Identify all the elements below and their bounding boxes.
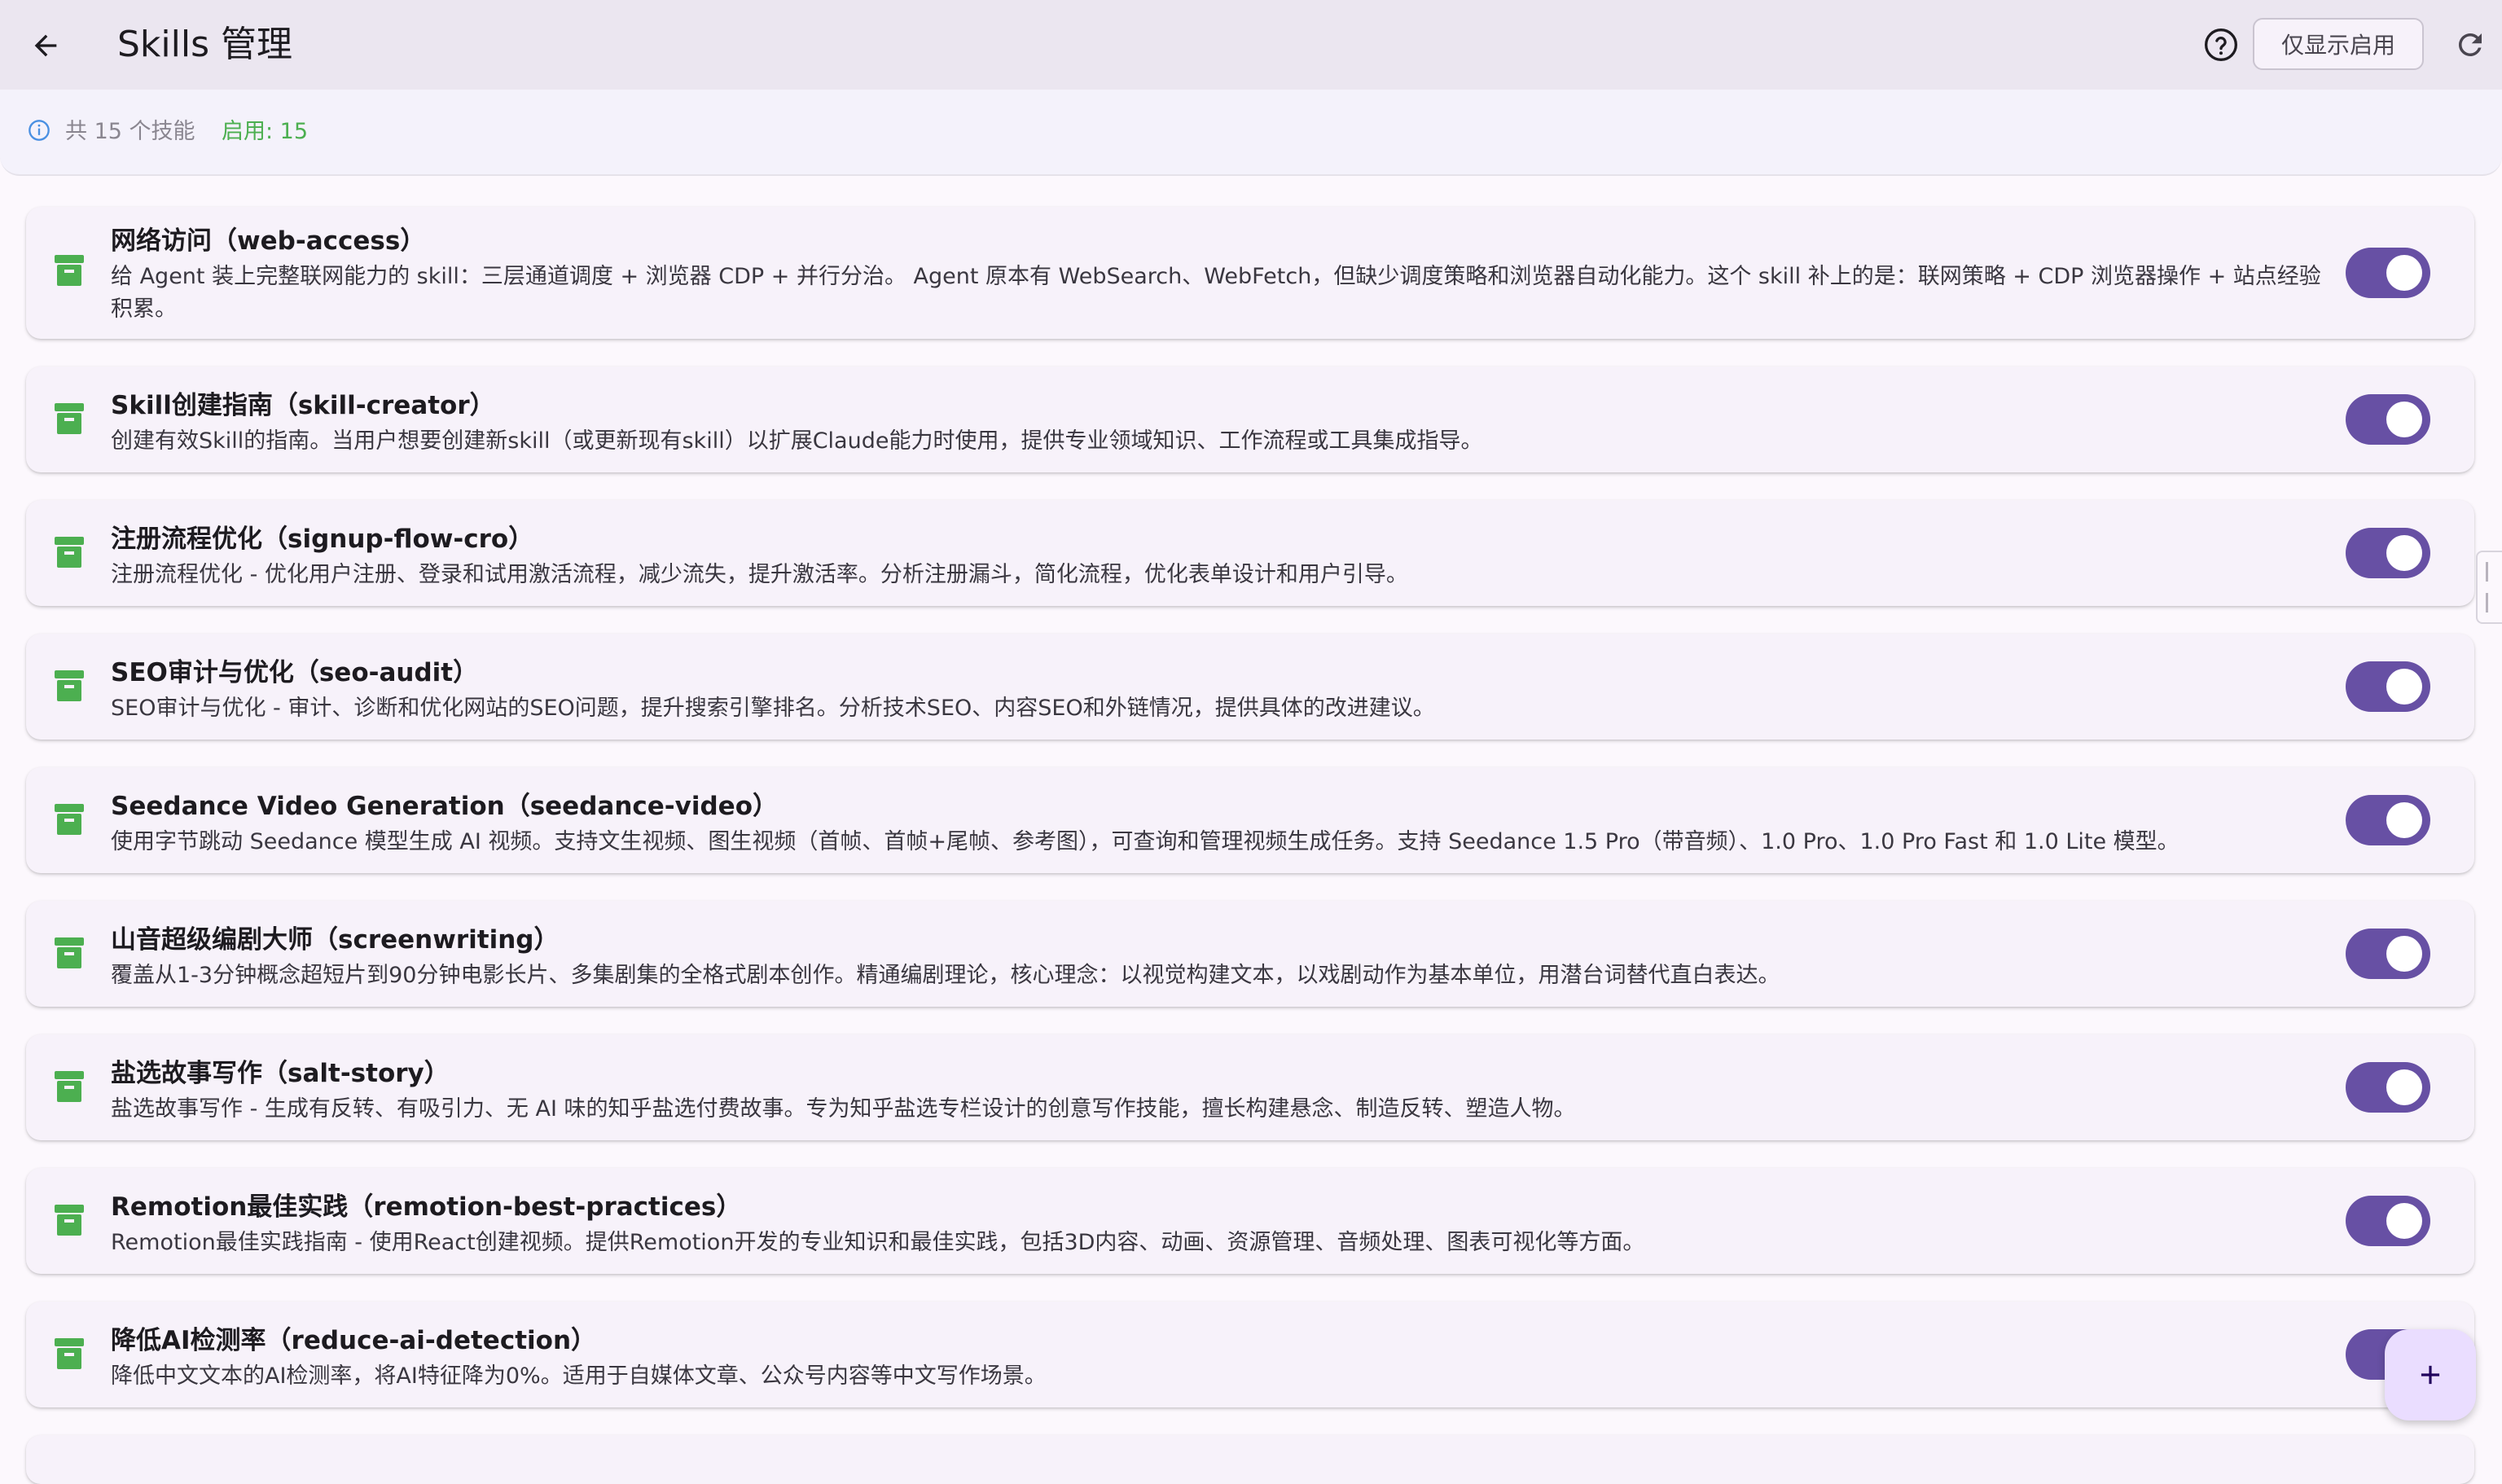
- refresh-button[interactable]: [2448, 23, 2492, 67]
- toggle-knob: [2386, 535, 2422, 571]
- skill-card[interactable]: Seedance Video Generation（seedance-video…: [26, 767, 2474, 873]
- summary-bar: [0, 90, 2502, 176]
- skill-card[interactable]: SEO审计与优化（seo-audit） SEO审计与优化 - 审计、诊断和优化网…: [26, 634, 2474, 740]
- skill-title: 网络访问（web-access）: [111, 226, 426, 256]
- skill-card[interactable]: Remotion最佳实践（remotion-best-practices） Re…: [26, 1168, 2474, 1274]
- toggle-knob: [2386, 1203, 2422, 1239]
- skill-card[interactable]: 网络访问（web-access） 给 Agent 装上完整联网能力的 skill…: [26, 207, 2474, 339]
- skill-enabled-toggle[interactable]: [2346, 795, 2430, 845]
- back-button[interactable]: [23, 23, 68, 68]
- skill-description: 降低中文文本的AI检测率，将AI特征降为0%。适用于自媒体文章、公众号内容等中文…: [111, 1363, 1047, 1389]
- skill-enabled-toggle[interactable]: [2346, 1062, 2430, 1113]
- skill-description: 注册流程优化 - 优化用户注册、登录和试用激活流程，减少流失，提升激活率。分析注…: [111, 562, 1408, 587]
- archive-box-icon: [55, 804, 84, 835]
- skill-card[interactable]: 注册流程优化（signup-flow-cro） 注册流程优化 - 优化用户注册、…: [26, 500, 2474, 606]
- toggle-knob: [2386, 402, 2422, 437]
- archive-box-icon: [55, 937, 84, 968]
- skill-enabled-toggle[interactable]: [2346, 1196, 2430, 1246]
- archive-box-icon: [55, 403, 84, 434]
- show-enabled-only-button[interactable]: 仅显示启用: [2253, 18, 2424, 70]
- skill-description: 给 Agent 装上完整联网能力的 skill：三层通道调度 + 浏览器 CDP…: [111, 264, 2321, 322]
- skill-description: 使用字节跳动 Seedance 模型生成 AI 视频。支持文生视频、图生视频（首…: [111, 829, 2179, 854]
- info-icon: [29, 120, 50, 141]
- archive-box-icon: [55, 255, 84, 286]
- skill-enabled-toggle[interactable]: [2346, 528, 2430, 578]
- plus-icon: [2421, 1365, 2440, 1385]
- skill-card[interactable]: 盐选故事写作（salt-story） 盐选故事写作 - 生成有反转、有吸引力、无…: [26, 1034, 2474, 1140]
- archive-box-icon: [55, 1071, 84, 1102]
- skill-count-text: 共 15 个技能: [65, 119, 195, 144]
- skill-description: 盐选故事写作 - 生成有反转、有吸引力、无 AI 味的知乎盐选付费故事。专为知乎…: [111, 1096, 1576, 1122]
- toggle-knob: [2386, 1069, 2422, 1105]
- toggle-knob: [2386, 255, 2422, 291]
- toggle-knob: [2386, 936, 2422, 972]
- add-skill-button[interactable]: [2385, 1329, 2476, 1420]
- skill-description: SEO审计与优化 - 审计、诊断和优化网站的SEO问题，提升搜索引擎排名。分析技…: [111, 696, 1435, 721]
- app-bar: Skills 管理 仅显示启用: [0, 0, 2502, 90]
- skill-title: SEO审计与优化（seo-audit）: [111, 658, 479, 687]
- skill-title: 注册流程优化（signup-flow-cro）: [111, 525, 534, 554]
- archive-box-icon: [55, 537, 84, 568]
- archive-box-icon: [55, 1338, 84, 1369]
- skill-title: Remotion最佳实践（remotion-best-practices）: [111, 1192, 742, 1222]
- archive-box-icon: [55, 670, 84, 701]
- skill-title: 山音超级编剧大师（screenwriting）: [111, 925, 560, 955]
- skill-title: Skill创建指南（skill-creator）: [111, 391, 495, 420]
- skill-enabled-toggle[interactable]: [2346, 394, 2430, 445]
- skill-description: 创建有效Skill的指南。当用户想要创建新skill（或更新现有skill）以扩…: [111, 428, 1483, 454]
- skill-description: 覆盖从1-3分钟概念超短片到90分钟电影长片、多集剧集的全格式剧本创作。精通编剧…: [111, 963, 1780, 988]
- skill-enabled-toggle[interactable]: [2346, 929, 2430, 979]
- page-title: Skills 管理: [117, 24, 292, 65]
- skill-description: Remotion最佳实践指南 - 使用React创建视频。提供Remotion开…: [111, 1230, 1645, 1255]
- skill-card[interactable]: 山音超级编剧大师（screenwriting） 覆盖从1-3分钟概念超短片到90…: [26, 901, 2474, 1007]
- skill-card-partial[interactable]: [26, 1435, 2474, 1484]
- toggle-knob: [2386, 802, 2422, 838]
- skills-list[interactable]: 网络访问（web-access） 给 Agent 装上完整联网能力的 skill…: [0, 0, 2502, 1484]
- skill-title: 盐选故事写作（salt-story）: [111, 1059, 450, 1088]
- skill-enabled-toggle[interactable]: [2346, 661, 2430, 712]
- help-button[interactable]: [2199, 23, 2243, 67]
- skill-title: Seedance Video Generation（seedance-video…: [111, 792, 779, 821]
- skill-card[interactable]: Skill创建指南（skill-creator） 创建有效Skill的指南。当用…: [26, 367, 2474, 472]
- enabled-count-text: 启用: 15: [222, 119, 309, 144]
- skill-title: 降低AI检测率（reduce-ai-detection）: [111, 1326, 597, 1355]
- skill-enabled-toggle[interactable]: [2346, 248, 2430, 298]
- toggle-knob: [2386, 669, 2422, 705]
- help-circle-icon: [2205, 29, 2237, 61]
- scrollbar-handle[interactable]: [2476, 551, 2502, 624]
- archive-box-icon: [55, 1205, 84, 1236]
- arrow-back-icon: [34, 34, 57, 57]
- refresh-icon: [2458, 33, 2482, 56]
- skill-card[interactable]: 降低AI检测率（reduce-ai-detection） 降低中文文本的AI检测…: [26, 1302, 2474, 1407]
